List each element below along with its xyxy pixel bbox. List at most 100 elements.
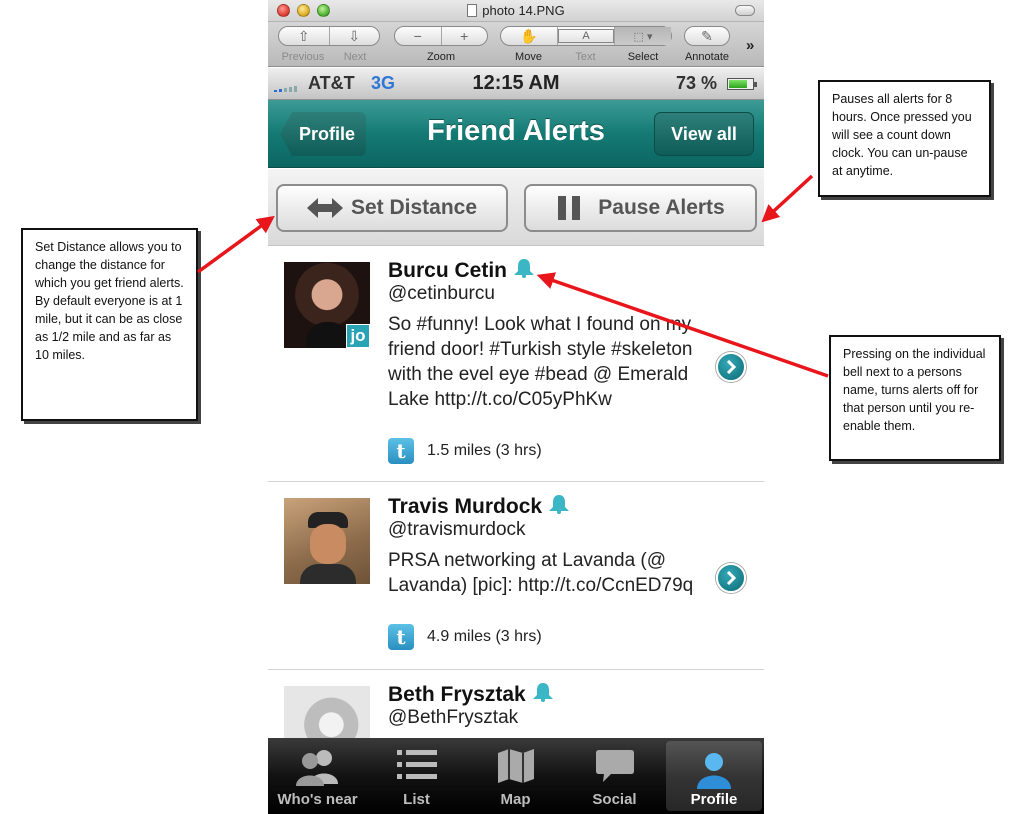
prev-next-segment: ⇧ ⇩ (278, 26, 380, 46)
distance-text: 4.9 miles (3 hrs) (427, 628, 542, 645)
window-title-text: photo 14.PNG (482, 3, 565, 18)
previous-label: Previous (281, 51, 325, 63)
set-distance-label: Set Distance (350, 196, 478, 219)
text-tool-button[interactable]: A (557, 27, 614, 45)
down-arrow-icon: ⇩ (348, 27, 361, 44)
avatar (284, 686, 370, 738)
bell-icon[interactable] (548, 494, 570, 514)
pause-alerts-label: Pause Alerts (598, 196, 725, 219)
hand-icon: ✋ (520, 27, 538, 44)
selection-icon: ⬚ ▾ (633, 30, 653, 43)
detail-disclosure-button[interactable] (716, 563, 746, 593)
text-cursor-icon: A (558, 29, 614, 43)
tab-label: Profile (690, 791, 738, 808)
friend-handle: @travismurdock (388, 519, 526, 540)
up-arrow-icon: ⇧ (297, 27, 310, 44)
battery-icon (727, 78, 757, 90)
battery-fill (729, 80, 748, 88)
list-icon (396, 750, 437, 779)
list-item[interactable]: Travis Murdock @travismurdock PRSA netwo… (268, 482, 764, 670)
battery-percent: 73 % (675, 73, 717, 93)
zoom-segment: − + (394, 26, 488, 46)
window-titlebar: photo 14.PNG (268, 0, 764, 22)
action-button-bar: Set Distance Pause Alerts (268, 169, 764, 246)
arrow-set-distance (196, 215, 275, 274)
chevron-right-icon (726, 360, 737, 374)
app-badge: jo (346, 324, 370, 348)
phone-screen: AT&T 3G 12:15 AM 73 % Profile Friend Ale… (268, 68, 764, 814)
tweet-text: PRSA networking at Lavanda (@ Lavanda) [… (388, 550, 694, 596)
tab-bar: Who's near List Map Social Profile (268, 738, 764, 814)
previous-button[interactable]: ⇧ (279, 27, 329, 45)
tool-segment: ✋ A ⬚ ▾ (500, 26, 672, 46)
navigation-bar: Profile Friend Alerts View all (268, 100, 764, 168)
select-label: Select (627, 51, 659, 63)
distance-text: 1.5 miles (3 hrs) (427, 442, 542, 459)
twitter-icon: t (388, 438, 414, 464)
bell-icon[interactable] (532, 682, 554, 702)
list-item[interactable]: Beth Frysztak @BethFrysztak (268, 670, 764, 738)
set-distance-button[interactable]: Set Distance (276, 184, 508, 232)
distance-meta: t 4.9 miles (3 hrs) (388, 624, 542, 650)
arrow-pause-alerts (761, 174, 814, 223)
tab-social[interactable]: Social (565, 738, 664, 814)
pause-icon (558, 196, 581, 220)
friend-name: Travis Murdock (388, 494, 570, 519)
friend-name-text: Travis Murdock (388, 495, 543, 518)
tab-label: Social (592, 791, 637, 808)
detail-disclosure-button[interactable] (716, 352, 746, 382)
map-icon (497, 749, 534, 783)
twitter-icon: t (388, 624, 414, 650)
friend-name: Burcu Cetin (388, 258, 535, 283)
move-tool-button[interactable]: ✋ (501, 27, 557, 45)
tab-label: List (403, 791, 430, 808)
callout-set-distance: Set Distance allows you to change the di… (21, 228, 198, 421)
pause-alerts-button[interactable]: Pause Alerts (524, 184, 757, 232)
plus-icon: + (460, 28, 469, 44)
tab-label: Who's near (277, 791, 358, 808)
zoom-label: Zoom (426, 51, 456, 63)
toolbar-toggle-button[interactable] (735, 5, 755, 16)
zoom-out-button[interactable]: − (395, 27, 441, 45)
list-item[interactable]: jo Burcu Cetin @cetinburcu So #funny! Lo… (268, 246, 764, 482)
people-icon (295, 750, 338, 786)
preview-toolbar: ⇧ ⇩ Previous Next − + Zoom ✋ A ⬚ ▾ Move … (268, 22, 764, 67)
tab-map[interactable]: Map (466, 738, 565, 814)
chevron-right-icon (726, 571, 737, 585)
move-label: Move (515, 51, 542, 63)
tab-whos-near[interactable]: Who's near (268, 738, 367, 814)
callout-bell: Pressing on the individual bell next to … (829, 335, 1001, 461)
avatar: jo (284, 262, 370, 348)
friend-name-text: Beth Frysztak (388, 683, 526, 706)
tab-list[interactable]: List (367, 738, 466, 814)
bell-icon[interactable] (513, 258, 535, 278)
alerts-feed: jo Burcu Cetin @cetinburcu So #funny! Lo… (268, 246, 764, 738)
text-label: Text (575, 51, 596, 63)
window-title: photo 14.PNG (268, 3, 764, 18)
avatar (284, 498, 370, 584)
pencil-icon: ✎ (701, 27, 713, 44)
zoom-in-button[interactable]: + (440, 27, 488, 45)
tweet-text: So #funny! Look what I found on my frien… (388, 314, 693, 410)
view-all-button[interactable]: View all (654, 112, 754, 156)
speech-bubble-icon (595, 750, 634, 782)
next-button[interactable]: ⇩ (328, 27, 380, 45)
tab-profile[interactable]: Profile (666, 741, 762, 811)
friend-handle: @cetinburcu (388, 283, 495, 304)
annotate-button[interactable]: ✎ (684, 26, 730, 46)
document-icon (467, 4, 478, 17)
callout-pause-alerts: Pauses all alerts for 8 hours. Once pres… (818, 80, 991, 197)
toolbar-overflow-button[interactable]: » (746, 37, 754, 54)
tab-label: Map (500, 791, 531, 808)
distance-meta: t 1.5 miles (3 hrs) (388, 438, 542, 464)
person-icon (697, 753, 731, 789)
minus-icon: − (413, 28, 422, 44)
double-arrow-icon (306, 198, 343, 218)
status-bar: AT&T 3G 12:15 AM 73 % (268, 68, 764, 100)
annotate-label: Annotate (684, 51, 730, 63)
friend-handle: @BethFrysztak (388, 707, 519, 728)
friend-name-text: Burcu Cetin (388, 259, 508, 282)
next-label: Next (343, 51, 367, 63)
select-tool-button[interactable]: ⬚ ▾ (614, 27, 671, 45)
friend-name: Beth Frysztak (388, 682, 554, 707)
